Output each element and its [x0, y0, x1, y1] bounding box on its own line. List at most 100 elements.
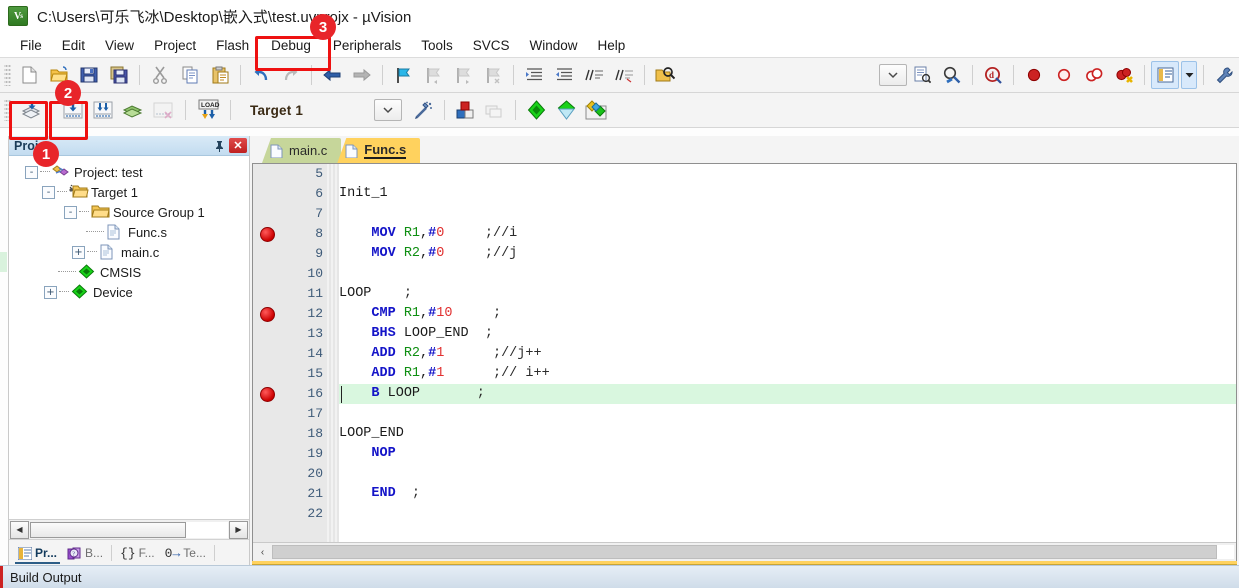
manage-run-time-environment-icon[interactable] — [552, 96, 580, 124]
save-all-icon[interactable] — [105, 61, 133, 89]
scroll-left-arrow-icon[interactable]: ‹ — [253, 543, 272, 561]
tab-books[interactable]: ? B... — [62, 543, 108, 563]
code-line[interactable] — [339, 264, 1236, 284]
tab-project[interactable]: Pr... — [13, 543, 62, 564]
expander-icon[interactable]: - — [25, 165, 38, 179]
close-icon[interactable]: ✕ — [229, 138, 247, 153]
project-horizontal-scrollbar[interactable]: ◀ ▶ — [9, 519, 249, 539]
menu-edit[interactable]: Edit — [52, 35, 95, 56]
target-dropdown-chevron-icon[interactable] — [374, 99, 403, 121]
menu-project[interactable]: Project — [144, 35, 206, 56]
code-lines[interactable]: Init_1 MOV R1,#0 ;//i MOV R2,#0 ;//j LOO… — [339, 164, 1236, 542]
editor-tab-main-c[interactable]: main.c — [262, 138, 342, 163]
start-debug-icon[interactable]: d — [979, 61, 1007, 89]
comment-icon[interactable] — [580, 61, 608, 89]
tree-item-main-c[interactable]: + main.c — [15, 242, 249, 262]
scroll-left-arrow-icon[interactable]: ◀ — [10, 520, 29, 539]
code-view[interactable]: 5 6 7 8 9 10 11 12 13 14 15 16 17 18 19 20 21 22 Init_1 M… — [253, 164, 1236, 542]
tree-item-device[interactable]: + Device — [15, 282, 249, 302]
multi-project-icon[interactable] — [481, 96, 509, 124]
menu-peripherals[interactable]: Peripherals — [323, 35, 411, 56]
kill-all-breakpoints-icon[interactable] — [1110, 61, 1138, 89]
clear-bookmarks-icon[interactable] — [479, 61, 507, 89]
new-file-icon[interactable] — [15, 61, 43, 89]
breakpoint-marker[interactable] — [260, 227, 275, 242]
expander-icon[interactable]: + — [44, 285, 57, 299]
window-layout-dropdown-icon[interactable] — [1181, 61, 1197, 89]
pack-installer-icon[interactable] — [522, 96, 550, 124]
code-line[interactable]: LOOP_END — [339, 424, 1236, 444]
code-line[interactable]: MOV R2,#0 ;//j — [339, 244, 1236, 264]
code-line[interactable]: Init_1 — [339, 184, 1236, 204]
navigate-forward-icon[interactable] — [348, 61, 376, 89]
code-line[interactable] — [339, 404, 1236, 424]
disable-all-breakpoints-icon[interactable] — [1080, 61, 1108, 89]
configure-icon[interactable] — [1210, 61, 1238, 89]
uncomment-icon[interactable] — [610, 61, 638, 89]
target-options-wizard-icon[interactable] — [410, 96, 438, 124]
stop-build-icon[interactable] — [149, 96, 177, 124]
disable-breakpoint-icon[interactable] — [1050, 61, 1078, 89]
build-toolbar-grip[interactable] — [4, 99, 11, 121]
tab-templates[interactable]: 0→ Te... — [160, 543, 211, 564]
code-line[interactable]: ADD R1,#1 ;// i++ — [339, 364, 1236, 384]
download-icon[interactable]: LOAD — [192, 96, 224, 124]
save-icon[interactable] — [75, 61, 103, 89]
code-line[interactable] — [339, 164, 1236, 184]
copy-icon[interactable] — [176, 61, 204, 89]
tree-item-func-s[interactable]: Func.s — [15, 222, 249, 242]
insert-breakpoint-icon[interactable] — [1020, 61, 1048, 89]
indent-icon[interactable] — [520, 61, 548, 89]
rebuild-all-icon[interactable] — [89, 96, 117, 124]
undo-icon[interactable] — [247, 61, 275, 89]
code-line[interactable] — [339, 464, 1236, 484]
source-browse-icon[interactable] — [908, 61, 936, 89]
menu-debug[interactable]: Debug — [259, 35, 323, 56]
paste-icon[interactable] — [206, 61, 234, 89]
next-bookmark-icon[interactable] — [449, 61, 477, 89]
navigate-backward-icon[interactable] — [318, 61, 346, 89]
scroll-right-arrow-icon[interactable]: ▶ — [229, 520, 248, 539]
menu-window[interactable]: Window — [519, 35, 587, 56]
find-icon[interactable] — [938, 61, 966, 89]
software-packs-icon[interactable] — [582, 96, 610, 124]
tree-item-cmsis[interactable]: CMSIS — [15, 262, 249, 282]
menu-file[interactable]: File — [10, 35, 52, 56]
code-line[interactable]: NOP — [339, 444, 1236, 464]
code-line[interactable] — [339, 504, 1236, 524]
manage-project-items-icon[interactable] — [451, 96, 479, 124]
translate-file-icon[interactable] — [18, 96, 46, 124]
find-in-files-icon[interactable] — [651, 61, 679, 89]
editor-horizontal-scrollbar[interactable]: ‹ — [253, 542, 1236, 561]
breakpoint-margin[interactable] — [253, 164, 279, 542]
code-line[interactable]: B LOOP ; — [339, 384, 1236, 404]
breakpoint-marker[interactable] — [260, 307, 275, 322]
insert-bookmark-icon[interactable] — [389, 61, 417, 89]
scroll-track[interactable] — [272, 545, 1234, 559]
menu-view[interactable]: View — [95, 35, 144, 56]
code-line[interactable]: END ; — [339, 484, 1236, 504]
redo-icon[interactable] — [277, 61, 305, 89]
code-line[interactable]: ADD R2,#1 ;//j++ — [339, 344, 1236, 364]
menu-tools[interactable]: Tools — [411, 35, 463, 56]
window-layout-icon[interactable] — [1151, 61, 1179, 89]
scroll-thumb[interactable] — [30, 521, 187, 538]
pin-icon[interactable] — [211, 138, 227, 154]
code-line[interactable] — [339, 204, 1236, 224]
menu-flash[interactable]: Flash — [206, 35, 259, 56]
menu-svcs[interactable]: SVCS — [463, 35, 520, 56]
tree-item-source-group[interactable]: - Source Group 1 — [15, 202, 249, 222]
configure-toolbar-chevron-icon[interactable] — [879, 64, 907, 86]
cut-icon[interactable] — [146, 61, 174, 89]
scroll-thumb[interactable] — [272, 545, 1217, 559]
tab-functions[interactable]: {} F... — [115, 543, 160, 564]
code-line[interactable]: LOOP ; — [339, 284, 1236, 304]
menu-help[interactable]: Help — [588, 35, 636, 56]
prev-bookmark-icon[interactable] — [419, 61, 447, 89]
editor-tab-func-s[interactable]: Func.s — [337, 138, 421, 163]
expander-icon[interactable]: - — [64, 205, 77, 219]
target-selector-value[interactable]: Target 1 — [250, 103, 303, 118]
breakpoint-marker[interactable] — [260, 387, 275, 402]
code-line[interactable]: CMP R1,#10 ; — [339, 304, 1236, 324]
scroll-track[interactable] — [30, 521, 228, 538]
